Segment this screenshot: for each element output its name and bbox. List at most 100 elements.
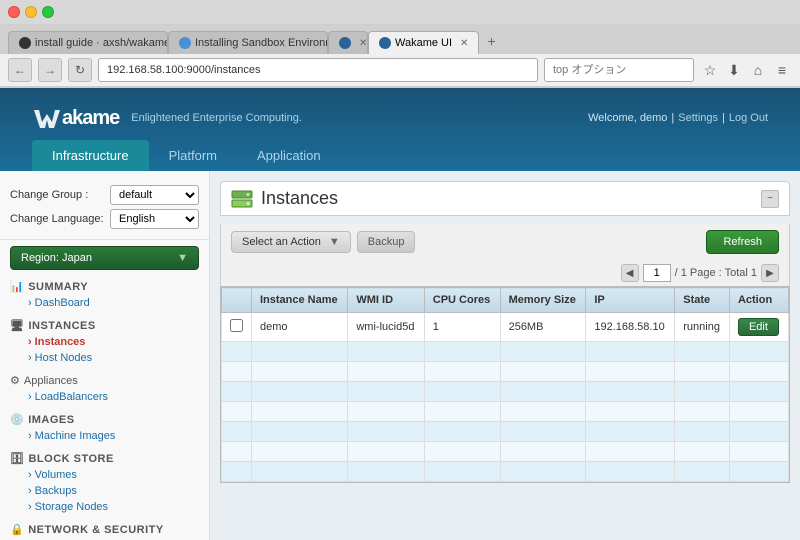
cell-cpu-cores: 1 xyxy=(424,313,500,342)
nav-tab-infrastructure[interactable]: Infrastructure xyxy=(32,140,149,171)
settings-link[interactable]: Settings xyxy=(678,112,718,124)
sidebar-link-volumes[interactable]: › Volumes xyxy=(10,467,199,483)
row-checkbox[interactable] xyxy=(230,319,243,332)
lock-icon: 🔒 xyxy=(10,523,24,536)
cell-wmi-id: wmi-lucid5d xyxy=(348,313,424,342)
logout-link[interactable]: Log Out xyxy=(729,112,768,124)
tab-3-close[interactable]: ✕ xyxy=(359,38,367,49)
browser-titlebar xyxy=(0,0,800,24)
bookmark-icon[interactable]: ☆ xyxy=(700,60,720,80)
close-window-btn[interactable] xyxy=(8,6,20,18)
page-header: Instances − xyxy=(220,181,790,216)
change-language-select[interactable]: English xyxy=(110,209,199,229)
instances-table: Instance Name WMI ID CPU Cores Memory Si… xyxy=(221,287,789,482)
download-icon[interactable]: ⬇ xyxy=(724,60,744,80)
sidebar-section-instances: 🖥 INSTANCES › Instances › Host Nodes xyxy=(0,315,209,370)
refresh-btn[interactable]: Refresh xyxy=(706,230,779,254)
address-bar[interactable] xyxy=(98,58,538,82)
separator1: | xyxy=(671,112,674,124)
main-content: Change Group : default Change Language: … xyxy=(0,171,800,540)
home-icon[interactable]: ⌂ xyxy=(748,60,768,80)
images-icon: 💿 xyxy=(10,413,24,426)
hostnodes-link-label: Host Nodes xyxy=(35,352,92,364)
select-action-btn[interactable]: Select an Action ▼ xyxy=(231,231,351,253)
change-language-label: Change Language: xyxy=(10,213,110,225)
chevron-down-icon: ▼ xyxy=(177,252,188,264)
empty-row-4 xyxy=(222,402,789,422)
browser-toolbar-icons: ☆ ⬇ ⌂ ≡ xyxy=(700,60,792,80)
logo-icon xyxy=(32,106,62,130)
more-icon[interactable]: ≡ xyxy=(772,60,792,80)
reload-btn[interactable]: ↻ xyxy=(68,58,92,82)
sidebar-link-machine-images[interactable]: › Machine Images xyxy=(10,428,199,444)
instances-page-icon xyxy=(231,189,253,209)
cell-memory-size: 256MB xyxy=(500,313,586,342)
nav-tab-platform[interactable]: Platform xyxy=(149,140,237,171)
tab-2-label: Installing Sandbox Environment ... xyxy=(195,37,328,49)
browser-tab-1[interactable]: install guide · axsh/wakame-... ✕ xyxy=(8,31,168,54)
logo-area: akame Enlightened Enterprise Computing. xyxy=(16,98,318,138)
page-title-area: Instances xyxy=(231,188,338,209)
sn-link-label: Storage Nodes xyxy=(35,501,108,513)
mi-arrow-icon: › xyxy=(28,430,32,442)
separator2: | xyxy=(722,112,725,124)
sidebar-link-backups[interactable]: › Backups xyxy=(10,483,199,499)
browser-tab-4[interactable]: Wakame UI ✕ xyxy=(368,31,479,54)
browser-tabs: install guide · axsh/wakame-... ✕ Instal… xyxy=(0,24,800,54)
tab-4-close[interactable]: ✕ xyxy=(460,38,468,49)
empty-row-2 xyxy=(222,362,789,382)
wakame-tab-icon xyxy=(339,37,351,49)
empty-row-6 xyxy=(222,442,789,462)
maximize-window-btn[interactable] xyxy=(42,6,54,18)
sidebar-section-blockstore: 🗄 BLOCK STORE › Volumes › Backups › Stor… xyxy=(0,448,209,519)
sidebar-link-instances[interactable]: › Instances xyxy=(10,334,199,350)
vol-arrow-icon: › xyxy=(28,469,32,481)
sidebar-link-loadbalancers[interactable]: › LoadBalancers xyxy=(10,389,199,405)
lb-link-label: LoadBalancers xyxy=(35,391,108,403)
sidebar-link-storage-nodes[interactable]: › Storage Nodes xyxy=(10,499,199,515)
vol-link-label: Volumes xyxy=(35,469,77,481)
empty-row-3 xyxy=(222,382,789,402)
cell-instance-name: demo xyxy=(252,313,348,342)
empty-row-5 xyxy=(222,422,789,442)
window-controls xyxy=(8,6,54,18)
blockstore-section-title: 🗄 BLOCK STORE xyxy=(10,452,199,465)
prev-page-btn[interactable]: ◀ xyxy=(621,264,639,282)
app-container: akame Enlightened Enterprise Computing. … xyxy=(0,88,800,540)
th-state: State xyxy=(675,288,730,313)
sidebar-section-appliances: ⚙ Appliances › LoadBalancers xyxy=(0,370,209,409)
logo-text: akame xyxy=(62,107,119,130)
region-btn[interactable]: Region: Japan ▼ xyxy=(10,246,199,270)
change-group-select[interactable]: default xyxy=(110,185,199,205)
content-area: Instances − Select an Action ▼ Backup Re… xyxy=(210,171,800,540)
blockstore-icon: 🗄 xyxy=(10,452,24,465)
th-ip: IP xyxy=(586,288,675,313)
new-tab-btn[interactable]: + xyxy=(479,28,503,54)
next-page-btn[interactable]: ▶ xyxy=(761,264,779,282)
sidebar-link-hostnodes[interactable]: › Host Nodes xyxy=(10,350,199,366)
page-input[interactable] xyxy=(643,264,671,282)
th-cpu-cores: CPU Cores xyxy=(424,288,500,313)
edit-btn[interactable]: Edit xyxy=(738,318,779,336)
row-checkbox-cell xyxy=(222,313,252,342)
browser-tab-2[interactable]: Installing Sandbox Environment ... ✕ xyxy=(168,31,328,54)
forward-btn[interactable]: → xyxy=(38,58,62,82)
main-nav: Infrastructure Platform Application xyxy=(16,140,357,171)
arrow-icon: › xyxy=(28,297,32,309)
backup-label: Backup xyxy=(368,236,405,248)
search-bar[interactable] xyxy=(544,58,694,82)
minimize-window-btn[interactable] xyxy=(25,6,37,18)
sn-arrow-icon: › xyxy=(28,501,32,513)
nav-tab-application[interactable]: Application xyxy=(237,140,341,171)
back-btn[interactable]: ← xyxy=(8,58,32,82)
browser-chrome: install guide · axsh/wakame-... ✕ Instal… xyxy=(0,0,800,88)
backup-btn[interactable]: Backup xyxy=(357,231,416,253)
browser-tab-3[interactable]: ✕ xyxy=(328,31,368,54)
install-icon xyxy=(179,37,191,49)
sidebar-link-dashboard[interactable]: › DashBoard xyxy=(10,295,199,311)
wakame-active-icon xyxy=(379,37,391,49)
sidebar-link-label: DashBoard xyxy=(35,297,90,309)
collapse-btn[interactable]: − xyxy=(761,190,779,208)
dropdown-arrow-icon: ▼ xyxy=(329,236,340,248)
change-group-label: Change Group : xyxy=(10,189,110,201)
